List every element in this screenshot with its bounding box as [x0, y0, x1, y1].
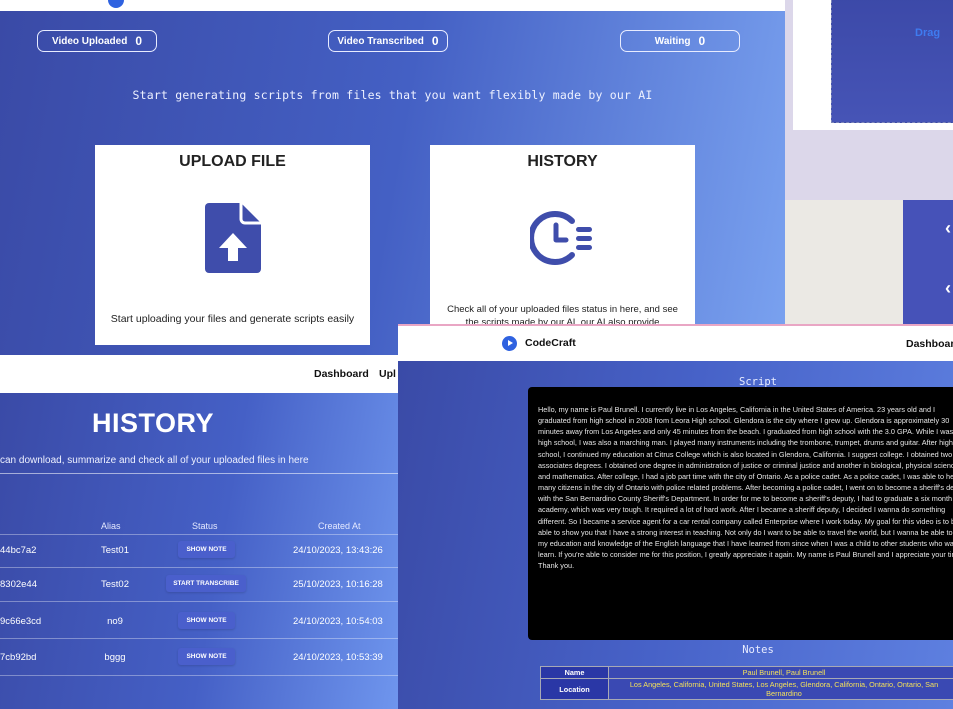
divider — [0, 601, 400, 602]
chevron-left-icon[interactable]: ‹ — [945, 278, 951, 299]
row-alias: bggg — [104, 652, 126, 663]
divider — [0, 638, 400, 639]
notes-table: Name Paul Brunell, Paul Brunell Location… — [540, 666, 953, 700]
start-transcribe-button[interactable]: START TRANSCRIBE — [166, 575, 246, 592]
logo-icon — [108, 0, 124, 8]
row-id: 8302e44 — [0, 579, 37, 590]
script-text: Hello, my name is Paul Brunell. I curren… — [538, 405, 953, 571]
dashboard-window: Video Uploaded 0 Video Transcribed 0 Wai… — [0, 0, 785, 360]
nav-dashboard-link[interactable]: Dashboard — [906, 338, 953, 350]
stat-label: Video Transcribed — [337, 35, 424, 47]
nav-upload-link[interactable]: Upl — [379, 368, 396, 380]
table-row: 7cb92bd bggg SHOW NOTE 24/10/2023, 10:53… — [0, 643, 400, 673]
notes-row: Name Paul Brunell, Paul Brunell — [540, 666, 953, 679]
show-note-button[interactable]: SHOW NOTE — [178, 648, 235, 665]
script-window: CodeCraft Dashboard Script Hello, my nam… — [398, 324, 953, 709]
divider — [0, 534, 400, 535]
stat-waiting: Waiting 0 — [620, 30, 740, 52]
show-note-button[interactable]: SHOW NOTE — [178, 612, 235, 629]
show-note-button[interactable]: SHOW NOTE — [178, 541, 235, 558]
row-id: 44bc7a2 — [0, 545, 37, 556]
history-page-title: HISTORY — [92, 408, 215, 438]
stat-label: Video Uploaded — [51, 35, 128, 47]
row-alias: no9 — [107, 616, 123, 627]
notes-value: Paul Brunell, Paul Brunell — [608, 666, 953, 679]
stat-value: 0 — [431, 34, 439, 48]
dashboard-tagline: Start generating scripts from files that… — [132, 88, 653, 102]
column-header-created-at: Created At — [318, 521, 361, 531]
notes-key: Name — [540, 666, 609, 679]
history-card-title: HISTORY — [527, 153, 598, 170]
upload-card-title: UPLOAD FILE — [179, 153, 286, 170]
notes-key: Location — [540, 678, 609, 700]
script-navbar: CodeCraft Dashboard — [398, 324, 953, 361]
column-header-alias: Alias — [101, 521, 121, 531]
clock-history-icon — [529, 211, 592, 265]
upload-card-description: Start uploading your files and generate … — [110, 313, 355, 325]
script-text-box: Hello, my name is Paul Brunell. I curren… — [528, 387, 953, 640]
notes-value: Los Angeles, California, United States, … — [608, 678, 953, 700]
table-row: 9c66e3cd no9 SHOW NOTE 24/10/2023, 10:54… — [0, 607, 400, 637]
table-row: 44bc7a2 Test01 SHOW NOTE 24/10/2023, 13:… — [0, 536, 400, 566]
row-created-at: 24/10/2023, 10:54:03 — [293, 616, 383, 627]
upload-file-card[interactable]: UPLOAD FILE Start uploading your files a… — [95, 145, 370, 345]
history-navbar: Dashboard Upl — [0, 355, 400, 393]
row-id: 7cb92bd — [0, 652, 37, 663]
divider — [0, 473, 400, 474]
column-header-status: Status — [192, 521, 218, 531]
notes-section-title: Notes — [742, 644, 774, 656]
dropzone-drag-text: Drag — [915, 27, 941, 39]
row-alias: Test02 — [101, 579, 129, 590]
divider — [0, 675, 400, 676]
row-created-at: 25/10/2023, 10:16:28 — [293, 579, 383, 590]
dashboard-topbar — [0, 0, 785, 11]
nav-dashboard-link[interactable]: Dashboard — [314, 368, 369, 380]
row-alias: Test01 — [101, 545, 129, 556]
carousel-window: ‹ ‹ — [785, 200, 953, 325]
history-window: Dashboard Upl HISTORY can download, summ… — [0, 355, 400, 709]
stat-value: 0 — [698, 34, 706, 48]
divider — [0, 567, 400, 568]
notes-row: Location Los Angeles, California, United… — [540, 678, 953, 700]
file-upload-icon — [204, 203, 261, 273]
dropzone-window: Drag — [793, 0, 953, 130]
dropzone-area[interactable] — [831, 0, 953, 123]
row-created-at: 24/10/2023, 13:43:26 — [293, 545, 383, 556]
history-subtitle: can download, summarize and check all of… — [0, 455, 309, 466]
stat-label: Waiting — [654, 35, 691, 47]
chevron-left-icon[interactable]: ‹ — [945, 218, 951, 239]
stat-video-transcribed: Video Transcribed 0 — [328, 30, 448, 52]
brand-name[interactable]: CodeCraft — [525, 337, 576, 349]
stat-video-uploaded: Video Uploaded 0 — [37, 30, 157, 52]
row-id: 9c66e3cd — [0, 616, 42, 627]
row-created-at: 24/10/2023, 10:53:39 — [293, 652, 383, 663]
play-logo-icon[interactable] — [502, 336, 517, 351]
stat-value: 0 — [135, 34, 143, 48]
table-row: 8302e44 Test02 START TRANSCRIBE 25/10/20… — [0, 570, 400, 600]
history-card[interactable]: HISTORY Check all of your uploaded files… — [430, 145, 695, 345]
